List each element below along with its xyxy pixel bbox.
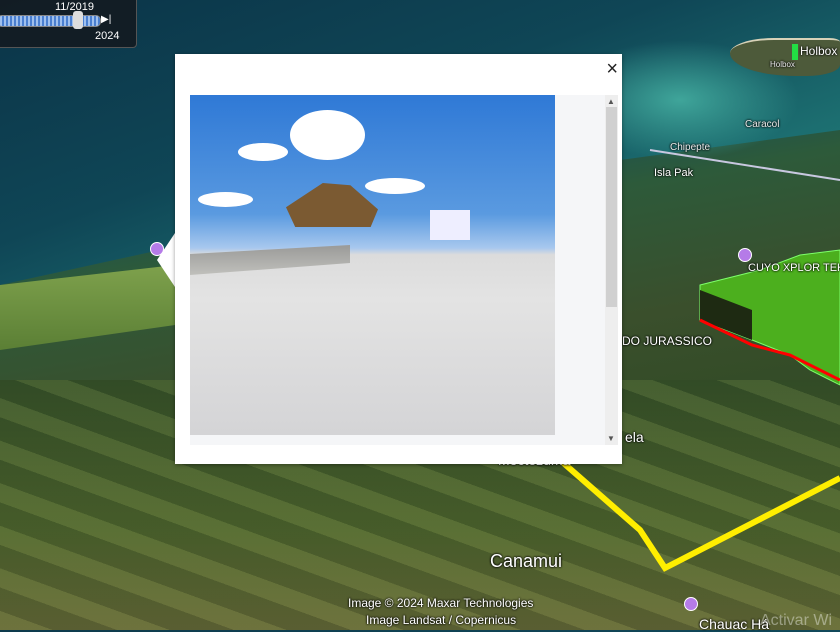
- popup-content: ▲ ▼: [190, 95, 618, 445]
- palapa-hut: [286, 183, 378, 227]
- timeline-track[interactable]: [0, 15, 101, 27]
- popup-scrollbar[interactable]: ▲ ▼: [605, 95, 618, 445]
- label-caracol: Caracol: [745, 119, 780, 130]
- label-cuyo[interactable]: CUYO XPLOR TEKA: [748, 262, 840, 274]
- label-isla-pak: Isla Pak: [654, 167, 694, 179]
- historical-imagery-slider[interactable]: 11/2019 ▶| 2024: [0, 0, 137, 48]
- scroll-down-icon[interactable]: ▼: [607, 434, 615, 443]
- cloud: [238, 143, 288, 161]
- holbox-pin-icon: [792, 44, 798, 60]
- close-icon[interactable]: ×: [606, 58, 618, 81]
- place-pin-icon[interactable]: [738, 248, 752, 262]
- yellow-route: [558, 457, 840, 572]
- placemark-popup: × ▲ ▼: [175, 54, 622, 464]
- label-canamui: Canamui: [490, 551, 563, 571]
- scroll-thumb[interactable]: [606, 107, 617, 307]
- label-jurassico[interactable]: DO JURASSICO: [622, 334, 712, 348]
- label-holbox-small: Holbox: [770, 60, 795, 69]
- play-icon[interactable]: ▶|: [101, 14, 111, 25]
- place-pin-icon[interactable]: [684, 597, 698, 611]
- label-ela: ela: [625, 429, 644, 445]
- cloud: [365, 178, 425, 194]
- sign: [430, 210, 470, 240]
- credit-line-2: Image Landsat / Copernicus: [366, 613, 517, 627]
- scroll-up-icon[interactable]: ▲: [607, 97, 615, 106]
- rocks: [190, 245, 350, 275]
- beach-photo: [190, 95, 555, 435]
- timeline-end-year: 2024: [95, 30, 120, 42]
- label-holbox: Holbox: [800, 44, 838, 58]
- popup-tail: [157, 230, 177, 290]
- windows-watermark: Activar Wi: [760, 612, 832, 629]
- label-chipepte: Chipepte: [670, 142, 711, 153]
- credit-line-1: Image © 2024 Maxar Technologies: [348, 596, 534, 610]
- timeline-thumb[interactable]: [73, 11, 84, 29]
- cloud: [290, 110, 365, 160]
- cloud: [198, 192, 253, 207]
